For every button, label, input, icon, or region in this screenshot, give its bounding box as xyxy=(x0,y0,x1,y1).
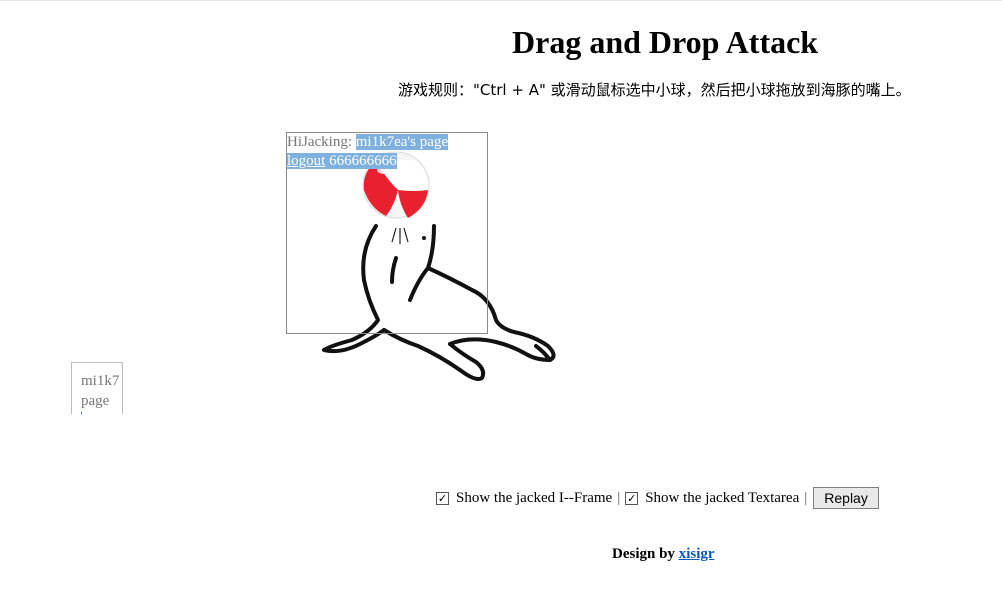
separator: | xyxy=(804,490,808,506)
jacked-iframe[interactable]: HiJacking: mi1k7ea's page logout 6666666… xyxy=(286,132,488,334)
textarea-line-1: mi1k7 xyxy=(81,373,120,389)
text-cursor-icon xyxy=(81,412,82,414)
logout-link[interactable]: logout xyxy=(287,153,325,169)
show-iframe-label: Show the jacked I--Frame xyxy=(456,490,613,506)
hijacked-page-text: mi1k7ea's page xyxy=(355,134,449,150)
jacked-textarea[interactable]: mi1k7 page xyxy=(71,362,123,414)
top-border xyxy=(0,0,1002,1)
separator: | xyxy=(617,490,621,506)
hijacked-extra-text: 666666666 xyxy=(329,153,397,169)
show-textarea-checkbox[interactable]: ✓ xyxy=(625,491,639,505)
author-link[interactable]: xisigr xyxy=(679,546,715,562)
textarea-line-2: page xyxy=(81,393,110,409)
hijacked-selection: logout 666666666 xyxy=(287,153,397,169)
controls-bar: ✓ Show the jacked I--Frame | ✓ Show the … xyxy=(436,487,879,509)
show-iframe-checkbox[interactable]: ✓ xyxy=(436,491,449,505)
hijacking-label: HiJacking: xyxy=(287,134,352,150)
page-title: Drag and Drop Attack xyxy=(512,24,819,60)
game-rules: 游戏规则："Ctrl + A" 或滑动鼠标选中小球，然后把小球拖放到海豚的嘴上。 xyxy=(398,81,911,99)
footer: Design by xisigr xyxy=(612,546,715,563)
show-textarea-label: Show the jacked Textarea xyxy=(645,490,800,506)
footer-prefix: Design by xyxy=(612,546,675,562)
replay-button[interactable]: Replay xyxy=(813,487,879,509)
